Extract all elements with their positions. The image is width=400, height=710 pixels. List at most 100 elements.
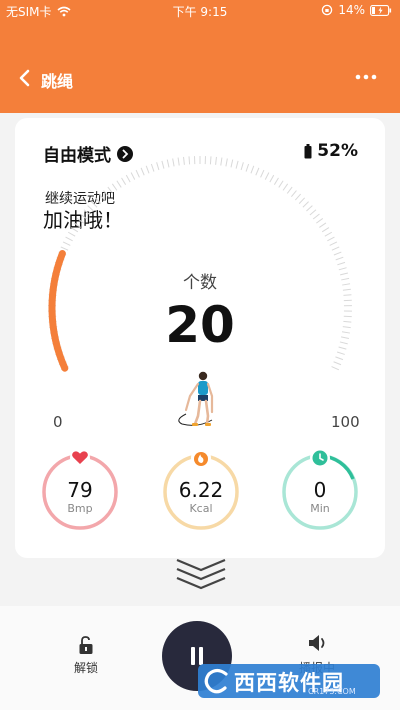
gauge-tick [331, 246, 340, 251]
gauge-tick [302, 201, 309, 208]
gauge-tick [150, 163, 155, 172]
speaker-icon [309, 635, 325, 651]
gauge-tick [60, 246, 69, 251]
unlock-label: 解锁 [73, 661, 98, 675]
gauge-tick [121, 177, 127, 185]
watermark-sub: CR173.COM [308, 687, 356, 696]
gauge-tick [83, 209, 91, 216]
gauge-tick [183, 156, 185, 165]
gauge-tick [309, 209, 317, 216]
expand-chevrons-icon[interactable] [175, 556, 227, 592]
gauge-tick [333, 251, 342, 256]
gauge-tick [166, 159, 170, 168]
gauge-tick [140, 167, 145, 176]
unlock-icon [79, 636, 93, 654]
gauge-tick [298, 197, 306, 204]
gauge-tick [316, 218, 324, 224]
site-watermark: 西西软件园 CR173.COM [198, 662, 380, 702]
gauge-tick [65, 236, 73, 242]
duration-unit: Min [310, 502, 330, 515]
gauge-tick [145, 165, 150, 174]
gauge-tick [156, 162, 160, 171]
orientation-lock-icon [322, 4, 333, 16]
duration-stat: 0 Min [280, 448, 360, 532]
gauge-tick [290, 190, 297, 198]
workout-card: 自由模式 52% 继续运动吧 加油哦！ 个数 20 0 100 79 Bmp 6… [15, 118, 385, 558]
calories-stat: 6.22 Kcal [161, 448, 241, 532]
gauge-tick [335, 256, 344, 261]
gauge-tick [319, 222, 327, 228]
phone-battery-percent: 14% [338, 3, 365, 17]
status-bar: 无SIM卡 下午 9:15 14% [0, 0, 400, 22]
gauge-tick [135, 169, 140, 178]
gauge-tick [250, 165, 255, 174]
gauge-tick [278, 180, 284, 188]
gauge-tick [273, 177, 279, 185]
gauge-tick [294, 193, 302, 201]
gauge-tick [240, 162, 244, 171]
gauge-tick [337, 261, 346, 266]
back-arrow-icon[interactable] [16, 67, 36, 89]
gauge-tick [306, 205, 313, 212]
gauge-tick [331, 366, 340, 371]
gauge-tick [87, 205, 94, 212]
gauge-tick [327, 236, 335, 242]
gauge-tick [264, 172, 270, 180]
app-header: 无SIM卡 下午 9:15 14% 跳绳 [0, 0, 400, 113]
gauge-tick [321, 227, 330, 233]
calories-value: 6.22 [178, 478, 224, 502]
count-label: 个数 [183, 273, 217, 293]
gauge-tick [70, 227, 79, 233]
unlock-button[interactable]: 解锁 [64, 635, 108, 685]
gauge-tick [94, 197, 102, 204]
more-options-icon[interactable] [354, 70, 378, 84]
gauge-tick [209, 156, 212, 165]
gauge-tick [220, 157, 223, 166]
gauge-tick [62, 241, 71, 246]
gauge-tick [76, 218, 84, 224]
gauge-tick [235, 160, 239, 169]
gauge-tick [335, 356, 344, 361]
gauge-tick [333, 361, 342, 366]
gauge-tick [73, 222, 81, 228]
calories-unit: Kcal [189, 502, 213, 515]
gauge-tick [324, 231, 333, 237]
phone-battery-icon [370, 4, 392, 16]
gauge-tick [67, 231, 76, 237]
gauge-tick [230, 159, 234, 168]
pause-icon-bar-left [191, 647, 195, 665]
heart-icon [70, 448, 90, 468]
gauge-tick [111, 183, 118, 191]
gauge-tick [286, 186, 293, 194]
duration-value: 0 [313, 478, 327, 502]
page-title: 跳绳 [41, 72, 74, 91]
gauge-tick [188, 156, 191, 165]
heart-rate-stat: 79 Bmp [40, 448, 120, 532]
gauge-tick [225, 158, 228, 167]
gauge-max-label: 100 [331, 413, 360, 431]
gauge-tick [177, 157, 180, 166]
heart-rate-unit: Bmp [67, 502, 93, 515]
gauge-tick [103, 190, 110, 198]
gauge-tick [125, 174, 131, 183]
heart-rate-value: 79 [67, 478, 93, 502]
gauge-tick [215, 156, 217, 165]
gauge-tick [130, 172, 136, 180]
fire-icon [191, 448, 211, 468]
count-value: 20 [165, 296, 235, 354]
gauge-tick [116, 180, 122, 188]
gauge-tick [245, 163, 250, 172]
gauge-tick [260, 169, 265, 178]
gauge-tick [282, 183, 289, 191]
jump-rope-figure-icon [178, 371, 214, 426]
nav-bar: 跳绳 [0, 58, 400, 98]
gauge-tick [91, 201, 98, 208]
clock-icon [310, 448, 330, 468]
gauge-tick [329, 241, 338, 246]
gauge-min-label: 0 [53, 413, 63, 431]
gauge-tick [269, 174, 275, 183]
gauge-tick [80, 213, 88, 220]
gauge-tick [255, 167, 260, 176]
gauge-tick [98, 193, 106, 201]
gauge-tick [312, 213, 320, 220]
